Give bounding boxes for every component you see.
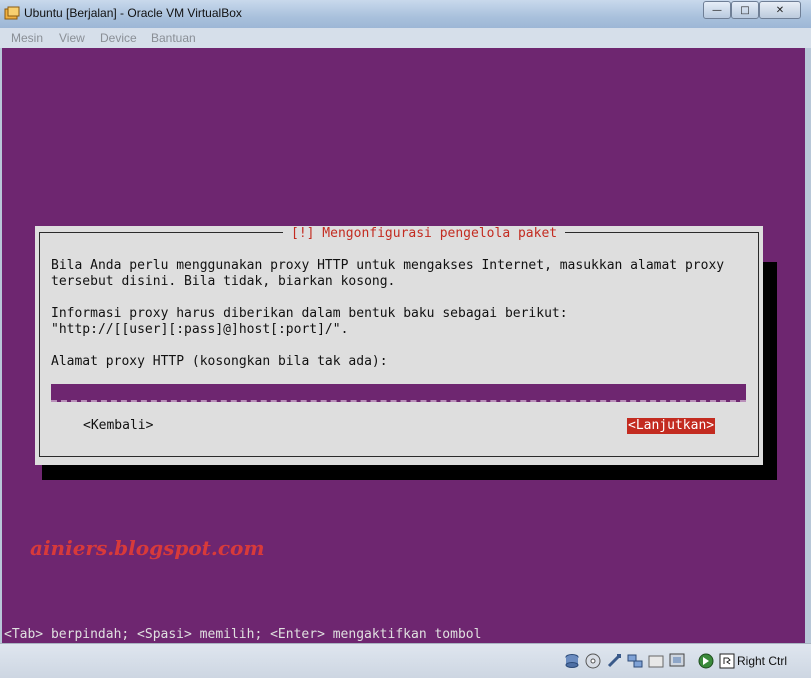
- window-frame-right: [805, 48, 811, 677]
- maximize-button[interactable]: □: [731, 1, 759, 19]
- menubar: Mesin View Device Bantuan: [0, 28, 811, 49]
- usb-icon[interactable]: [606, 653, 622, 669]
- close-button[interactable]: ✕: [759, 1, 801, 19]
- back-button[interactable]: <Kembali>: [83, 418, 153, 434]
- proxy-field-label: Alamat proxy HTTP (kosongkan bila tak ad…: [51, 354, 388, 369]
- network-icon[interactable]: [627, 653, 643, 669]
- keyboard-capture-icon[interactable]: [719, 653, 735, 669]
- proxy-config-dialog: [!] Mengonfigurasi pengelola paket Bila …: [35, 226, 763, 465]
- minimize-icon: —: [712, 4, 722, 16]
- watermark: ainiers.blogspot.com: [30, 536, 265, 560]
- window-title: Ubuntu [Berjalan] - Oracle VM VirtualBox: [24, 6, 242, 20]
- mouse-integration-icon[interactable]: [698, 653, 714, 669]
- dialog-text-line-3: Informasi proxy harus diberikan dalam be…: [51, 306, 568, 321]
- close-icon: ✕: [775, 4, 785, 16]
- minimize-button[interactable]: —: [703, 1, 731, 19]
- host-key-label: Right Ctrl: [737, 654, 788, 668]
- statusbar: Right Ctrl: [0, 643, 811, 678]
- proxy-input[interactable]: [51, 384, 746, 402]
- dialog-text-line-1: Bila Anda perlu menggunakan proxy HTTP u…: [51, 258, 725, 273]
- dialog-title: [!] Mengonfigurasi pengelola paket: [283, 226, 566, 242]
- menu-item-view[interactable]: View: [59, 31, 85, 45]
- menu-item-bantuan[interactable]: Bantuan: [151, 31, 196, 45]
- hard-disk-icon[interactable]: [564, 653, 580, 669]
- continue-button[interactable]: <Lanjutkan>: [627, 418, 716, 434]
- shared-folder-icon[interactable]: [648, 653, 664, 669]
- menu-item-device[interactable]: Device: [100, 31, 137, 45]
- maximize-icon: □: [740, 4, 750, 16]
- dialog-text-line-4: "http://[[user][:pass]@]host[:port]/".: [51, 322, 349, 337]
- keyboard-hint: <Tab> berpindah; <Spasi> memilih; <Enter…: [4, 627, 482, 642]
- display-icon[interactable]: [669, 653, 685, 669]
- dialog-text-line-2: tersebut disini. Bila tidak, biarkan kos…: [51, 274, 396, 289]
- window-titlebar[interactable]: Ubuntu [Berjalan] - Oracle VM VirtualBox…: [0, 0, 811, 28]
- virtualbox-icon: [4, 6, 20, 20]
- optical-drive-icon[interactable]: [585, 653, 601, 669]
- menu-item-mesin[interactable]: Mesin: [11, 31, 43, 45]
